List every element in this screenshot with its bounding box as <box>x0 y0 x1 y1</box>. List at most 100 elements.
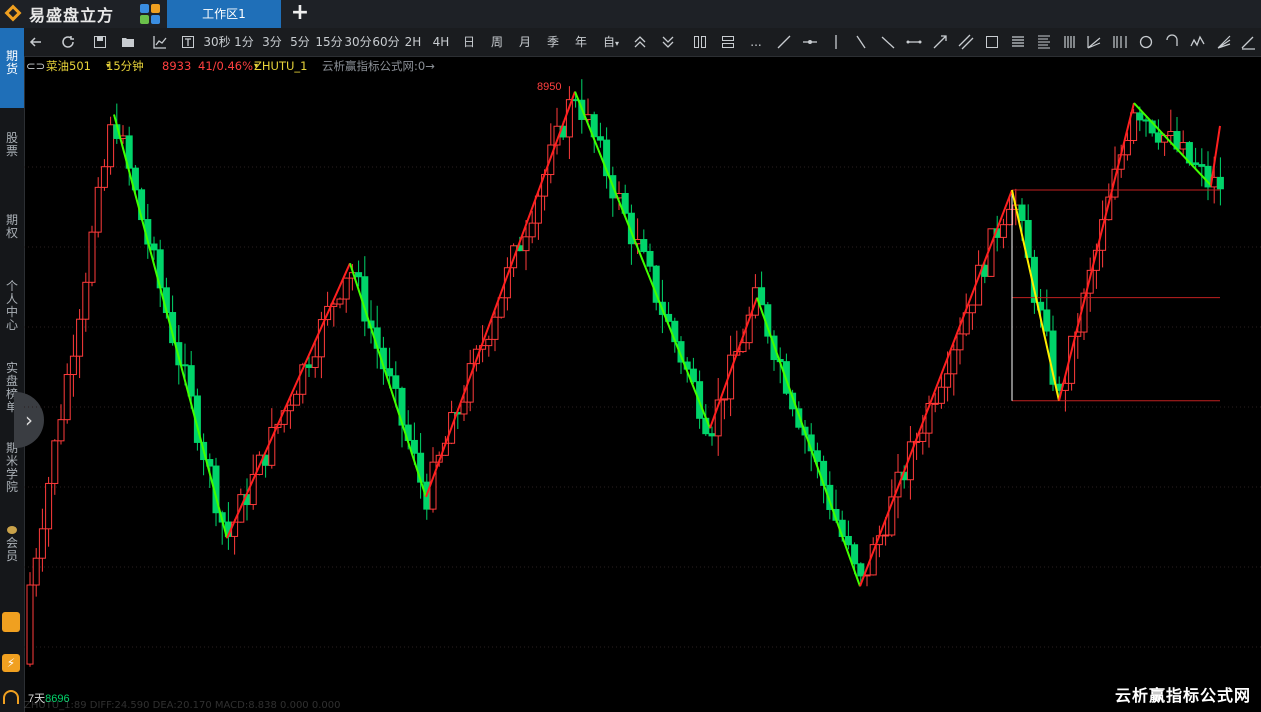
arc-icon[interactable] <box>1164 34 1180 50</box>
arrow-line-icon[interactable] <box>932 34 948 50</box>
period-week[interactable]: 周 <box>486 32 508 52</box>
candle-body <box>392 375 400 389</box>
candle-body <box>1167 131 1175 136</box>
text-box-icon[interactable] <box>180 34 196 50</box>
zigzag-segment <box>1210 125 1221 186</box>
add-tab-button[interactable]: + <box>290 1 310 25</box>
chevron-double-down-icon[interactable] <box>660 34 676 50</box>
price-change: 41/0.46% <box>198 59 254 73</box>
candle-body <box>1216 176 1224 190</box>
candle-body <box>491 316 499 340</box>
sidebar-item-label: 期权 <box>5 213 18 240</box>
candle-body <box>286 404 294 412</box>
zigzag-segment <box>113 114 228 539</box>
sidebar-item-label: 会员 <box>5 536 18 563</box>
candle-body <box>293 393 301 406</box>
candle-body <box>76 318 84 357</box>
candle-body <box>150 243 158 251</box>
period-5m[interactable]: 5分 <box>289 32 311 52</box>
pencil-icon[interactable] <box>1240 34 1256 50</box>
sidebar-item-academy[interactable]: 期米学院 <box>0 442 24 502</box>
cycle-lines-icon[interactable] <box>1062 34 1078 50</box>
link-chain-icon[interactable]: ⊂⊃ <box>26 57 45 75</box>
period-4h[interactable]: 4H <box>430 32 452 52</box>
chevron-double-up-icon[interactable] <box>632 34 648 50</box>
time-zones-icon[interactable] <box>1112 34 1128 50</box>
candle-body <box>32 557 40 586</box>
candle-body <box>1018 204 1026 221</box>
circle-icon[interactable] <box>1138 34 1154 50</box>
period-3m[interactable]: 3分 <box>261 32 283 52</box>
watermark: 云析赢指标公式网 <box>1114 686 1251 705</box>
period-30m[interactable]: 30分 <box>344 32 372 52</box>
period-15m[interactable]: 15分 <box>315 32 343 52</box>
high-price-label: 8950 <box>537 81 561 93</box>
vip-icon[interactable] <box>2 612 20 632</box>
title-bar: 易盛盘立方 工作区1 + <box>0 0 1261 28</box>
candle-body <box>844 535 852 546</box>
sidebar-item-futures[interactable]: 期货 <box>0 28 24 108</box>
period-1m[interactable]: 1分 <box>233 32 255 52</box>
candle-body <box>181 364 189 367</box>
save-icon[interactable] <box>92 34 108 50</box>
period-60m[interactable]: 60分 <box>372 32 400 52</box>
ray-line-icon[interactable] <box>854 34 870 50</box>
open-folder-icon[interactable] <box>120 34 136 50</box>
headset-icon[interactable] <box>3 690 19 704</box>
candle-body <box>1123 139 1131 156</box>
trend-line-icon[interactable] <box>880 34 896 50</box>
line-chart-icon[interactable] <box>152 34 168 50</box>
period-30s[interactable]: 30秒 <box>203 32 231 52</box>
candle-body <box>311 356 319 368</box>
sidebar-item-personal-center[interactable]: 个人中心 <box>0 280 24 340</box>
candle-body <box>187 365 195 397</box>
draw-line-icon[interactable] <box>776 34 792 50</box>
split-vertical-icon[interactable] <box>692 34 708 50</box>
period-2h[interactable]: 2H <box>402 32 424 52</box>
back-icon[interactable] <box>28 34 44 50</box>
segment-line-icon[interactable] <box>906 34 922 50</box>
member-crown-icon <box>7 526 17 534</box>
dropdown-arrow-icon: ▾ <box>106 61 111 70</box>
horizontal-line-icon[interactable] <box>802 34 818 50</box>
fibonacci-icon[interactable] <box>1010 34 1026 50</box>
candle-body <box>931 402 939 405</box>
candles <box>26 79 1224 667</box>
refresh-icon[interactable] <box>60 34 76 50</box>
period-season[interactable]: 季 <box>542 32 564 52</box>
parallel-lines-icon[interactable] <box>958 34 974 50</box>
speed-lines-icon[interactable] <box>1216 34 1232 50</box>
split-horizontal-icon[interactable] <box>720 34 736 50</box>
zigzag-segment <box>226 262 351 539</box>
candle-body <box>355 272 363 278</box>
gann-icon[interactable] <box>1036 34 1052 50</box>
indicator-label: ZHUTU_1 <box>254 59 308 73</box>
app-name: 易盛盘立方 <box>29 6 115 25</box>
candle-body <box>336 298 344 305</box>
sidebar-item-label: 个人中心 <box>5 279 18 332</box>
wave-icon[interactable] <box>1190 34 1206 50</box>
sidebar-item-options[interactable]: 期权 <box>0 214 24 254</box>
period-custom[interactable]: 自▾ <box>598 32 624 52</box>
fan-lines-icon[interactable] <box>1086 34 1102 50</box>
rectangle-icon[interactable] <box>984 34 1000 50</box>
tab-workspace[interactable]: 工作区1 <box>167 0 281 28</box>
candle-body <box>1142 119 1150 122</box>
period-label: 15分钟 <box>106 59 144 73</box>
period-custom-label: 自 <box>602 35 615 49</box>
info-bar: ⊂⊃ 菜油501 15分钟 ▾ 8933 41/0.46% ZHUTU_1 ▾ … <box>24 57 1261 75</box>
lightning-icon[interactable]: ⚡ <box>2 654 20 672</box>
sidebar-item-stocks[interactable]: 股票 <box>0 132 24 172</box>
vertical-line-icon[interactable] <box>828 34 844 50</box>
sidebar-item-member[interactable]: 会员 <box>0 526 24 572</box>
toolbar: 30秒 1分 3分 5分 15分 30分 60分 2H 4H 日 周 月 季 年… <box>24 28 1261 57</box>
candle-body <box>708 433 716 437</box>
app-grid-icon[interactable] <box>140 4 160 24</box>
sidebar-item-label: 期米学院 <box>5 441 18 494</box>
more-tools-button[interactable]: ... <box>748 32 764 52</box>
period-month[interactable]: 月 <box>514 32 536 52</box>
period-day[interactable]: 日 <box>458 32 480 52</box>
candlestick-chart[interactable]: 8950 7天8696 <box>24 75 1261 705</box>
period-year[interactable]: 年 <box>570 32 592 52</box>
symbol-label[interactable]: 菜油501 <box>46 57 91 75</box>
